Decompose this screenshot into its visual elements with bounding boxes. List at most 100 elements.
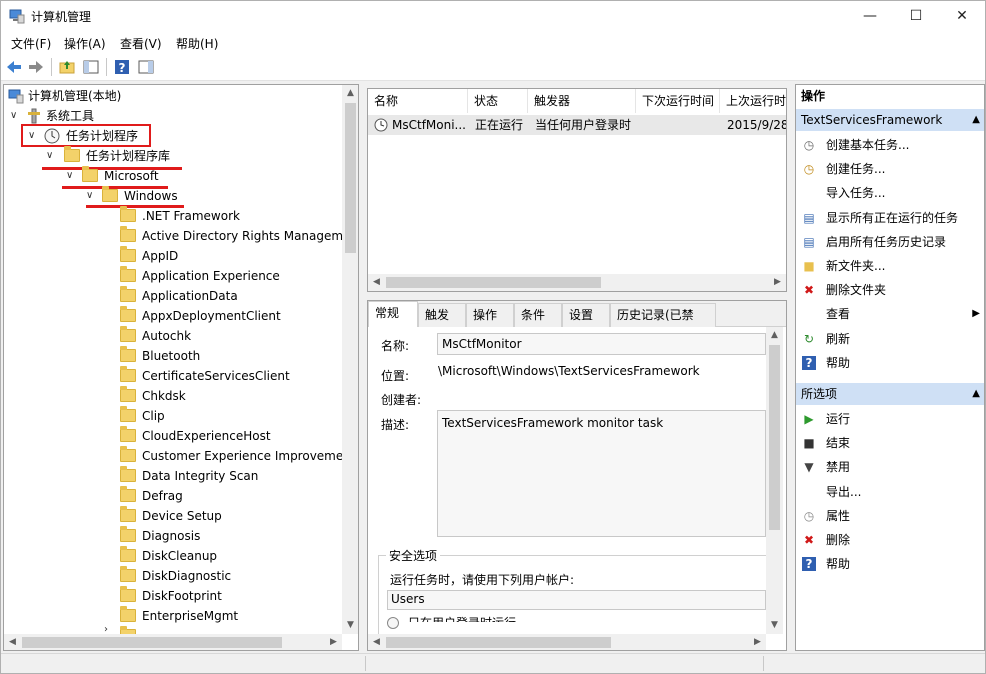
- action-item[interactable]: ▤ 显示所有正在运行的任务: [796, 206, 984, 230]
- action-item[interactable]: ▶ 运行: [796, 407, 984, 431]
- radio-logged-on-only[interactable]: [387, 617, 399, 629]
- collapse-icon[interactable]: ▲: [972, 383, 980, 405]
- minimize-button[interactable]: —: [847, 1, 893, 31]
- scroll-right-icon[interactable]: ▶: [325, 634, 342, 650]
- actions-section-selected[interactable]: 所选项 ▲: [796, 383, 984, 405]
- scroll-thumb[interactable]: [769, 345, 780, 530]
- menu-help[interactable]: 帮助(H): [176, 35, 218, 52]
- tree-root[interactable]: 计算机管理(本地): [4, 86, 342, 106]
- tree-folder-item[interactable]: AppID: [4, 246, 342, 266]
- chevron-down-icon[interactable]: ∨: [86, 186, 98, 206]
- action-item[interactable]: ? 帮助: [796, 351, 984, 375]
- tree-folder-item[interactable]: Data Integrity Scan: [4, 466, 342, 486]
- close-button[interactable]: ✕: [939, 1, 985, 31]
- scroll-up-icon[interactable]: ▲: [766, 327, 783, 344]
- tree-windows[interactable]: ∨ Windows: [4, 186, 342, 206]
- scroll-thumb[interactable]: [22, 637, 282, 648]
- action-item[interactable]: ◷ 属性: [796, 504, 984, 528]
- run-as-field[interactable]: Users: [387, 590, 766, 610]
- menu-action[interactable]: 操作(A): [64, 35, 106, 52]
- tab-actions[interactable]: 操作: [466, 303, 514, 327]
- name-field[interactable]: MsCtfMonitor: [437, 333, 766, 355]
- scroll-down-icon[interactable]: ▼: [766, 617, 783, 634]
- scroll-up-icon[interactable]: ▲: [342, 85, 358, 102]
- tree-microsoft[interactable]: ∨ Microsoft: [4, 166, 342, 186]
- show-action-pane-icon[interactable]: [137, 58, 155, 76]
- chevron-down-icon[interactable]: ∨: [10, 106, 22, 126]
- action-item[interactable]: 导出...: [796, 480, 984, 504]
- action-item[interactable]: ✖ 删除文件夹: [796, 278, 984, 302]
- column-header-name[interactable]: 名称: [368, 89, 468, 113]
- tree-system-tools[interactable]: ∨ 系统工具: [4, 106, 342, 126]
- tree-folder-item[interactable]: ApplicationData: [4, 286, 342, 306]
- tree-folder-item[interactable]: Chkdsk: [4, 386, 342, 406]
- tree-folder-item[interactable]: Bluetooth: [4, 346, 342, 366]
- action-item[interactable]: ? 帮助: [796, 552, 984, 576]
- action-item[interactable]: ↻ 刷新: [796, 327, 984, 351]
- action-item[interactable]: ■ 结束: [796, 431, 984, 455]
- details-horizontal-scrollbar[interactable]: ◀ ▶: [368, 634, 766, 650]
- action-item[interactable]: ■ 新文件夹...: [796, 254, 984, 278]
- tree-folder-item[interactable]: CertificateServicesClient: [4, 366, 342, 386]
- tree-folder-item[interactable]: CloudExperienceHost: [4, 426, 342, 446]
- scroll-left-icon[interactable]: ◀: [368, 634, 385, 650]
- scroll-down-icon[interactable]: ▼: [342, 617, 358, 634]
- tree-folder-item[interactable]: Clip: [4, 406, 342, 426]
- actions-section-textservicesframework[interactable]: TextServicesFramework ▲: [796, 109, 984, 131]
- tab-general[interactable]: 常规: [368, 301, 418, 328]
- tree-library[interactable]: ∨ 任务计划程序库: [4, 146, 342, 166]
- scroll-right-icon[interactable]: ▶: [769, 274, 786, 291]
- action-item[interactable]: ▤ 启用所有任务历史记录: [796, 230, 984, 254]
- tree-vertical-scrollbar[interactable]: ▲ ▼: [342, 85, 358, 634]
- tree-folder-item[interactable]: EnterpriseMgmt: [4, 606, 342, 626]
- action-item[interactable]: ▼ 禁用: [796, 455, 984, 479]
- column-header-last-run[interactable]: 上次运行时: [720, 89, 786, 113]
- menu-view[interactable]: 查看(V): [120, 35, 162, 52]
- action-item[interactable]: ◷ 创建基本任务...: [796, 133, 984, 157]
- task-list-horizontal-scrollbar[interactable]: ◀ ▶: [368, 274, 786, 291]
- help-icon[interactable]: ?: [113, 58, 131, 76]
- tab-history[interactable]: 历史记录(已禁用): [610, 303, 716, 344]
- tree-folder-item[interactable]: Autochk: [4, 326, 342, 346]
- scroll-left-icon[interactable]: ◀: [4, 634, 21, 650]
- tree-folder-item[interactable]: .NET Framework: [4, 206, 342, 226]
- tree-folder-item[interactable]: DiskDiagnostic: [4, 566, 342, 586]
- tree-folder-item[interactable]: Active Directory Rights Manageme: [4, 226, 350, 246]
- forward-arrow-icon[interactable]: [27, 58, 45, 76]
- tree-folder-item[interactable]: Diagnosis: [4, 526, 342, 546]
- tree-folder-item[interactable]: Customer Experience Improvemer: [4, 446, 348, 466]
- tree-horizontal-scrollbar[interactable]: ◀ ▶: [4, 634, 342, 650]
- tree-folder-item[interactable]: AppxDeploymentClient: [4, 306, 342, 326]
- description-field[interactable]: TextServicesFramework monitor task: [437, 410, 766, 537]
- up-folder-icon[interactable]: [58, 58, 76, 76]
- scroll-right-icon[interactable]: ▶: [749, 634, 766, 650]
- action-item[interactable]: ✖ 删除: [796, 528, 984, 552]
- back-arrow-icon[interactable]: [5, 58, 23, 76]
- tree-folder-item[interactable]: DiskFootprint: [4, 586, 342, 606]
- scroll-thumb[interactable]: [386, 277, 601, 288]
- collapse-icon[interactable]: ▲: [972, 109, 980, 131]
- menu-file[interactable]: 文件(F): [11, 35, 51, 52]
- tree-folder-item[interactable]: Application Experience: [4, 266, 342, 286]
- tree-folder-item[interactable]: Defrag: [4, 486, 342, 506]
- tab-triggers[interactable]: 触发器: [418, 303, 466, 344]
- tree-folder-item[interactable]: DiskCleanup: [4, 546, 342, 566]
- show-hide-tree-icon[interactable]: [82, 58, 100, 76]
- chevron-down-icon[interactable]: ∨: [46, 146, 58, 166]
- table-row[interactable]: MsCtfMoni... 正在运行 当任何用户登录时 2015/9/28: [368, 115, 786, 135]
- scroll-left-icon[interactable]: ◀: [368, 274, 385, 291]
- tree-folder-item[interactable]: Device Setup: [4, 506, 342, 526]
- scroll-thumb[interactable]: [345, 103, 356, 253]
- action-item[interactable]: 导入任务...: [796, 181, 984, 205]
- column-header-trigger[interactable]: 触发器: [528, 89, 636, 113]
- column-header-next-run[interactable]: 下次运行时间: [636, 89, 720, 113]
- column-header-status[interactable]: 状态: [468, 89, 528, 113]
- tab-settings[interactable]: 设置: [562, 303, 610, 327]
- scroll-thumb[interactable]: [386, 637, 611, 648]
- tab-conditions[interactable]: 条件: [514, 303, 562, 327]
- action-item[interactable]: ◷ 创建任务...: [796, 157, 984, 181]
- chevron-down-icon[interactable]: ∨: [66, 166, 78, 186]
- action-item[interactable]: 查看 ▶: [796, 302, 984, 326]
- details-vertical-scrollbar[interactable]: ▲ ▼: [766, 327, 783, 634]
- maximize-button[interactable]: ☐: [893, 1, 939, 31]
